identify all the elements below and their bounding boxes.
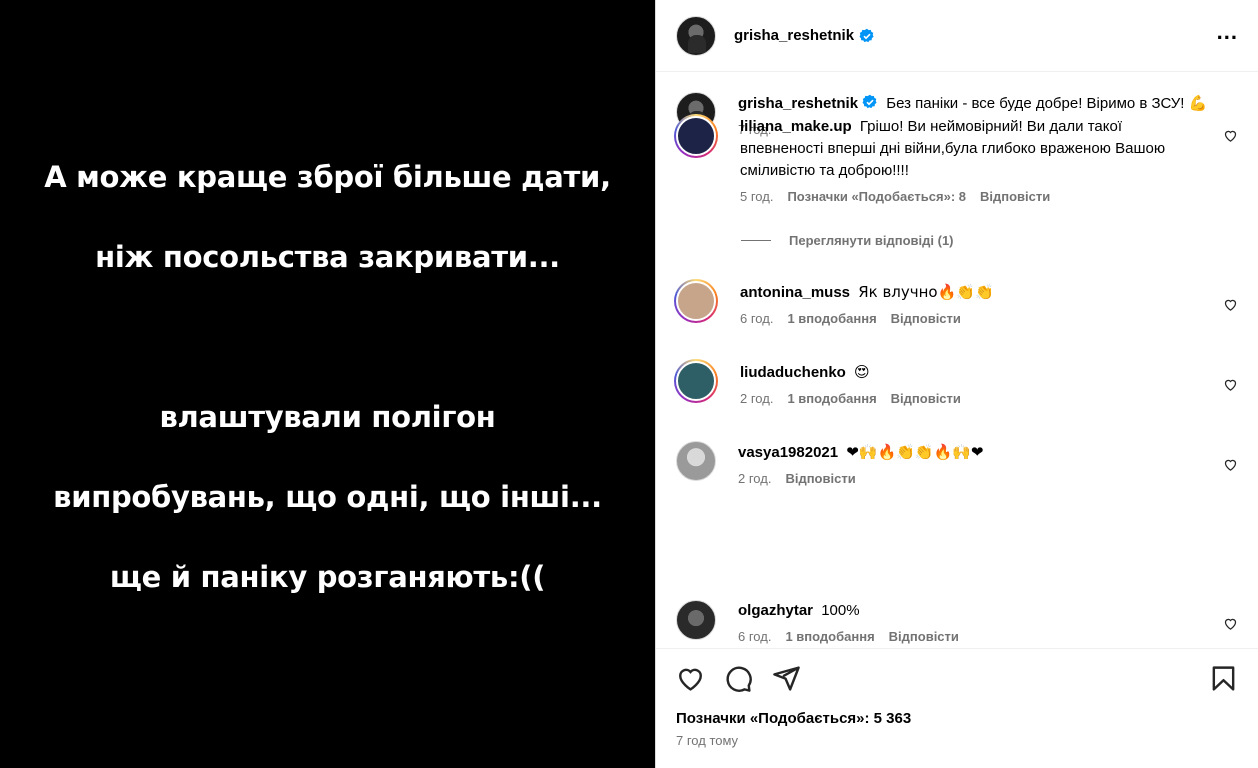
comment-time: 2 год. (740, 391, 774, 406)
bookmark-icon[interactable] (1209, 664, 1238, 693)
media-line-4: випробувань, що одні, що інші... (53, 479, 602, 514)
verified-badge-icon (859, 28, 874, 42)
post-media[interactable]: А може краще зброї більше дати, ніж посо… (0, 0, 655, 768)
post-time-ago: 7 год тому (676, 733, 739, 748)
media-line-1: А може краще зброї більше дати, (44, 159, 611, 194)
reply-button[interactable]: Відповісти (785, 471, 855, 486)
comment-avatar[interactable] (674, 114, 718, 158)
comment-item: vasya1982021 ❤🙌🔥👏👏🔥🙌❤ 2 год. Відповісти (676, 441, 1238, 486)
comment-item: olgazhytar 100% 6 год. 1 вподобання Відп… (676, 600, 1238, 644)
comment-text: Як влучно🔥👏👏 (858, 283, 994, 301)
comment-likes[interactable]: Позначки «Подобається»: 8 (787, 189, 966, 204)
more-options-button[interactable]: ... (1217, 20, 1238, 45)
reply-button[interactable]: Відповісти (889, 629, 959, 644)
author-username[interactable]: grisha_reshetnik (734, 27, 854, 44)
view-replies-label: Переглянути відповіді (1) (789, 233, 954, 248)
post-side-panel: grisha_reshetnik ... grisha_reshetnik Бе… (655, 0, 1258, 768)
verified-badge-icon (862, 94, 877, 109)
comment-avatar[interactable] (676, 600, 716, 640)
comment-time: 2 год. (738, 471, 772, 486)
view-replies-button[interactable]: Переглянути відповіді (1) (741, 233, 954, 248)
like-comment-heart-icon[interactable] (1223, 128, 1238, 143)
comment-text: 100% (821, 602, 860, 619)
comment-icon[interactable] (724, 664, 753, 693)
comment-avatar[interactable] (676, 441, 716, 481)
share-icon[interactable] (772, 664, 801, 693)
like-comment-heart-icon[interactable] (1223, 616, 1238, 631)
comment-username[interactable]: liudaduchenko (740, 364, 846, 381)
comment-likes[interactable]: 1 вподобання (787, 391, 876, 406)
comment-avatar[interactable] (674, 359, 718, 403)
reply-button[interactable]: Відповісти (891, 391, 961, 406)
comment-username[interactable]: olgazhytar (738, 602, 813, 619)
author-avatar[interactable] (676, 15, 716, 56)
comment-time: 6 год. (738, 629, 772, 644)
post-header: grisha_reshetnik ... (656, 0, 1258, 72)
post-actions: Позначки «Подобається»: 5 363 7 год тому (656, 648, 1258, 768)
comment-username[interactable]: antonina_muss (740, 284, 850, 301)
comment-username[interactable]: vasya1982021 (738, 444, 838, 461)
comment-time: 6 год. (740, 311, 774, 326)
caption-username[interactable]: grisha_reshetnik (738, 95, 858, 112)
media-line-3: влаштували полігон (159, 399, 496, 434)
comment-time: 5 год. (740, 189, 774, 204)
comment-text: ❤🙌🔥👏👏🔥🙌❤ (846, 443, 984, 461)
comment-item: liliana_make.up Грішо! Ви неймовірний! В… (674, 114, 1238, 204)
comment-item: antonina_muss Як влучно🔥👏👏 6 год. 1 впод… (674, 279, 1238, 326)
comment-avatar[interactable] (674, 279, 718, 323)
reply-button[interactable]: Відповісти (980, 189, 1050, 204)
comment-text: 😍 (854, 363, 870, 381)
caption-text: Без паніки - все буде добре! Віримо в ЗС… (886, 95, 1185, 112)
like-comment-heart-icon[interactable] (1223, 377, 1238, 392)
like-comment-heart-icon[interactable] (1223, 457, 1238, 472)
comment-likes[interactable]: 1 вподобання (785, 629, 874, 644)
media-line-5: ще й паніку розганяють:(( (109, 559, 546, 594)
heart-icon[interactable] (676, 664, 705, 693)
reply-button[interactable]: Відповісти (891, 311, 961, 326)
like-comment-heart-icon[interactable] (1223, 297, 1238, 312)
comment-likes[interactable]: 1 вподобання (787, 311, 876, 326)
comment-item: liudaduchenko 😍 2 год. 1 вподобання Відп… (674, 359, 1238, 406)
likes-count[interactable]: Позначки «Подобається»: 5 363 (676, 710, 1238, 727)
post-media-text: А може краще зброї більше дати, ніж посо… (18, 117, 638, 637)
caption-emoji: 💪 (1188, 94, 1208, 112)
comment-username[interactable]: liliana_make.up (740, 118, 852, 135)
media-line-2: ніж посольства закривати... (95, 239, 560, 274)
